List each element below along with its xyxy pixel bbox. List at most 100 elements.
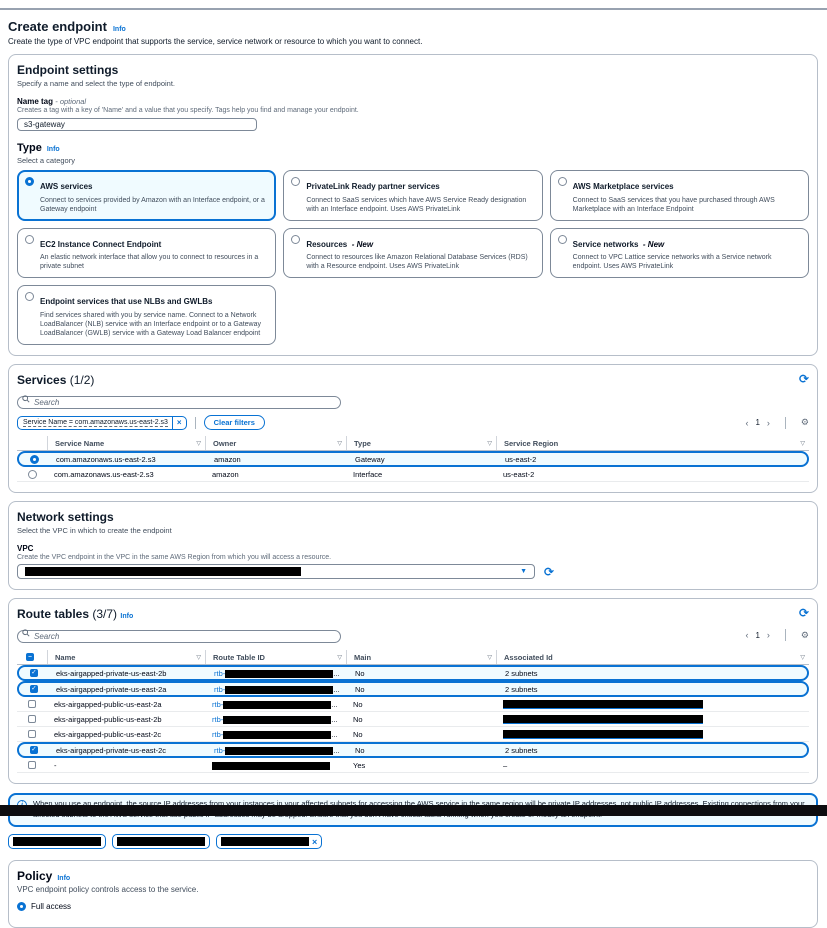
- route-table-row[interactable]: ✓ eks-airgapped-private-us-east-2c rtb-.…: [17, 742, 809, 758]
- vpc-select[interactable]: ▼: [17, 564, 535, 579]
- column-service-region[interactable]: Service Region ▽: [496, 436, 809, 450]
- radio-icon[interactable]: [25, 292, 34, 301]
- page-info-link[interactable]: Info: [113, 26, 126, 33]
- type-option-resources[interactable]: Resources - New Connect to resources lik…: [283, 228, 542, 279]
- clear-filters-button[interactable]: Clear filters: [204, 415, 265, 430]
- vpc-label: VPC: [17, 544, 809, 553]
- sort-icon[interactable]: ▽: [196, 654, 201, 661]
- sort-icon[interactable]: ▽: [487, 654, 492, 661]
- select-all-checkbox[interactable]: –: [26, 653, 34, 661]
- route-tables-search-input[interactable]: [17, 630, 341, 643]
- associated-subnets[interactable]: 2 subnets: [505, 685, 538, 694]
- service-name-filter-chip[interactable]: Service Name = com.amazonaws.us-east-2.s…: [17, 416, 187, 430]
- checkbox-checked[interactable]: ✓: [30, 746, 38, 754]
- radio-icon[interactable]: [558, 235, 567, 244]
- type-option-service-networks[interactable]: Service networks - New Connect to VPC La…: [550, 228, 809, 279]
- search-icon: [22, 629, 30, 637]
- refresh-icon[interactable]: ⟳: [799, 373, 809, 385]
- service-row-gateway[interactable]: com.amazonaws.us-east-2.s3 amazon Gatewa…: [17, 451, 809, 467]
- redacted-associated-id: [503, 700, 703, 709]
- column-owner[interactable]: Owner ▽: [205, 436, 346, 450]
- type-option-ec2-instance-connect[interactable]: EC2 Instance Connect Endpoint An elastic…: [17, 228, 276, 279]
- type-option-aws-services[interactable]: AWS services Connect to services provide…: [17, 170, 276, 221]
- sort-icon[interactable]: ▽: [337, 440, 342, 447]
- subnet-token[interactable]: [112, 834, 210, 849]
- route-table-id-link[interactable]: rtb-: [212, 715, 223, 724]
- route-table-row[interactable]: - Yes –: [17, 758, 809, 773]
- services-count: (1/2): [70, 373, 95, 387]
- column-main[interactable]: Main ▽: [346, 650, 496, 664]
- refresh-icon[interactable]: ⟳: [544, 566, 554, 578]
- column-name[interactable]: Name ▽: [47, 650, 205, 664]
- route-table-id-link[interactable]: rtb-: [214, 669, 225, 678]
- refresh-icon[interactable]: ⟳: [799, 607, 809, 619]
- checkbox-checked[interactable]: ✓: [30, 685, 38, 693]
- policy-title: Policy Info: [17, 869, 809, 883]
- full-access-option[interactable]: Full access: [17, 901, 809, 911]
- name-tag-label: Name tag - optional: [17, 97, 809, 106]
- redacted-route-table-id: [223, 731, 331, 739]
- sort-icon[interactable]: ▽: [337, 654, 342, 661]
- route-tables-info-link[interactable]: Info: [120, 613, 133, 620]
- route-table-row[interactable]: eks-airgapped-public-us-east-2c rtb-... …: [17, 727, 809, 742]
- type-option-nlb-gwlb-services[interactable]: Endpoint services that use NLBs and GWLB…: [17, 285, 276, 345]
- previous-page-icon[interactable]: ‹: [745, 418, 748, 428]
- sort-icon[interactable]: ▽: [800, 654, 805, 661]
- route-table-id-link[interactable]: rtb-: [212, 730, 223, 739]
- route-table-id-link[interactable]: rtb-: [214, 746, 225, 755]
- radio-icon[interactable]: [558, 177, 567, 186]
- radio-icon[interactable]: [291, 235, 300, 244]
- endpoint-settings-card: Endpoint settings Specify a name and sel…: [8, 54, 818, 356]
- subnet-token[interactable]: [8, 834, 106, 849]
- settings-gear-icon[interactable]: ⚙: [801, 417, 809, 428]
- type-option-privatelink-partner[interactable]: PrivateLink Ready partner services Conne…: [283, 170, 542, 221]
- associated-subnets[interactable]: 2 subnets: [505, 669, 538, 678]
- services-search-input[interactable]: [17, 396, 341, 409]
- next-page-icon[interactable]: ›: [767, 630, 770, 640]
- route-table-row[interactable]: ✓ eks-airgapped-private-us-east-2b rtb-.…: [17, 665, 809, 681]
- previous-page-icon[interactable]: ‹: [745, 630, 748, 640]
- route-table-id-link[interactable]: rtb-: [214, 685, 225, 694]
- search-icon: [22, 395, 30, 403]
- radio-icon[interactable]: [28, 470, 37, 479]
- subnet-token[interactable]: ×: [216, 834, 322, 849]
- service-row-interface[interactable]: com.amazonaws.us-east-2.s3 amazon Interf…: [17, 467, 809, 482]
- checkbox-unchecked[interactable]: [28, 715, 36, 723]
- sort-icon[interactable]: ▽: [800, 440, 805, 447]
- radio-selected-icon[interactable]: [17, 902, 26, 911]
- remove-filter-icon[interactable]: ×: [172, 417, 186, 429]
- remove-token-icon[interactable]: ×: [312, 837, 317, 847]
- type-option-marketplace[interactable]: AWS Marketplace services Connect to SaaS…: [550, 170, 809, 221]
- route-table-id-link[interactable]: rtb-: [212, 700, 223, 709]
- page-number[interactable]: 1: [755, 418, 759, 427]
- route-tables-count: (3/7): [92, 607, 117, 621]
- route-table-row[interactable]: eks-airgapped-public-us-east-2b rtb-... …: [17, 712, 809, 727]
- column-type[interactable]: Type ▽: [346, 436, 496, 450]
- column-associated-id[interactable]: Associated Id ▽: [496, 650, 809, 664]
- sort-icon[interactable]: ▽: [196, 440, 201, 447]
- checkbox-unchecked[interactable]: [28, 730, 36, 738]
- checkbox-checked[interactable]: ✓: [30, 669, 38, 677]
- type-info-link[interactable]: Info: [47, 146, 60, 153]
- route-table-row[interactable]: ✓ eks-airgapped-private-us-east-2a rtb-.…: [17, 681, 809, 697]
- name-tag-description: Creates a tag with a key of 'Name' and a…: [17, 107, 809, 114]
- checkbox-unchecked[interactable]: [28, 761, 36, 769]
- associated-subnets[interactable]: 2 subnets: [505, 746, 538, 755]
- settings-gear-icon[interactable]: ⚙: [801, 630, 809, 641]
- next-page-icon[interactable]: ›: [767, 418, 770, 428]
- checkbox-unchecked[interactable]: [28, 700, 36, 708]
- bottom-black-bar: [0, 805, 827, 816]
- column-route-table-id[interactable]: Route Table ID ▽: [205, 650, 346, 664]
- services-title: Services (1/2): [17, 373, 94, 387]
- radio-selected-icon[interactable]: [25, 177, 34, 186]
- policy-info-link[interactable]: Info: [57, 875, 70, 882]
- radio-selected-icon[interactable]: [30, 455, 39, 464]
- sort-icon[interactable]: ▽: [487, 440, 492, 447]
- page-number[interactable]: 1: [755, 631, 759, 640]
- radio-icon[interactable]: [25, 235, 34, 244]
- route-table-row[interactable]: eks-airgapped-public-us-east-2a rtb-... …: [17, 697, 809, 712]
- name-tag-input[interactable]: [17, 118, 257, 131]
- radio-icon[interactable]: [291, 177, 300, 186]
- divider: [195, 417, 196, 429]
- column-service-name[interactable]: Service Name ▽: [47, 436, 205, 450]
